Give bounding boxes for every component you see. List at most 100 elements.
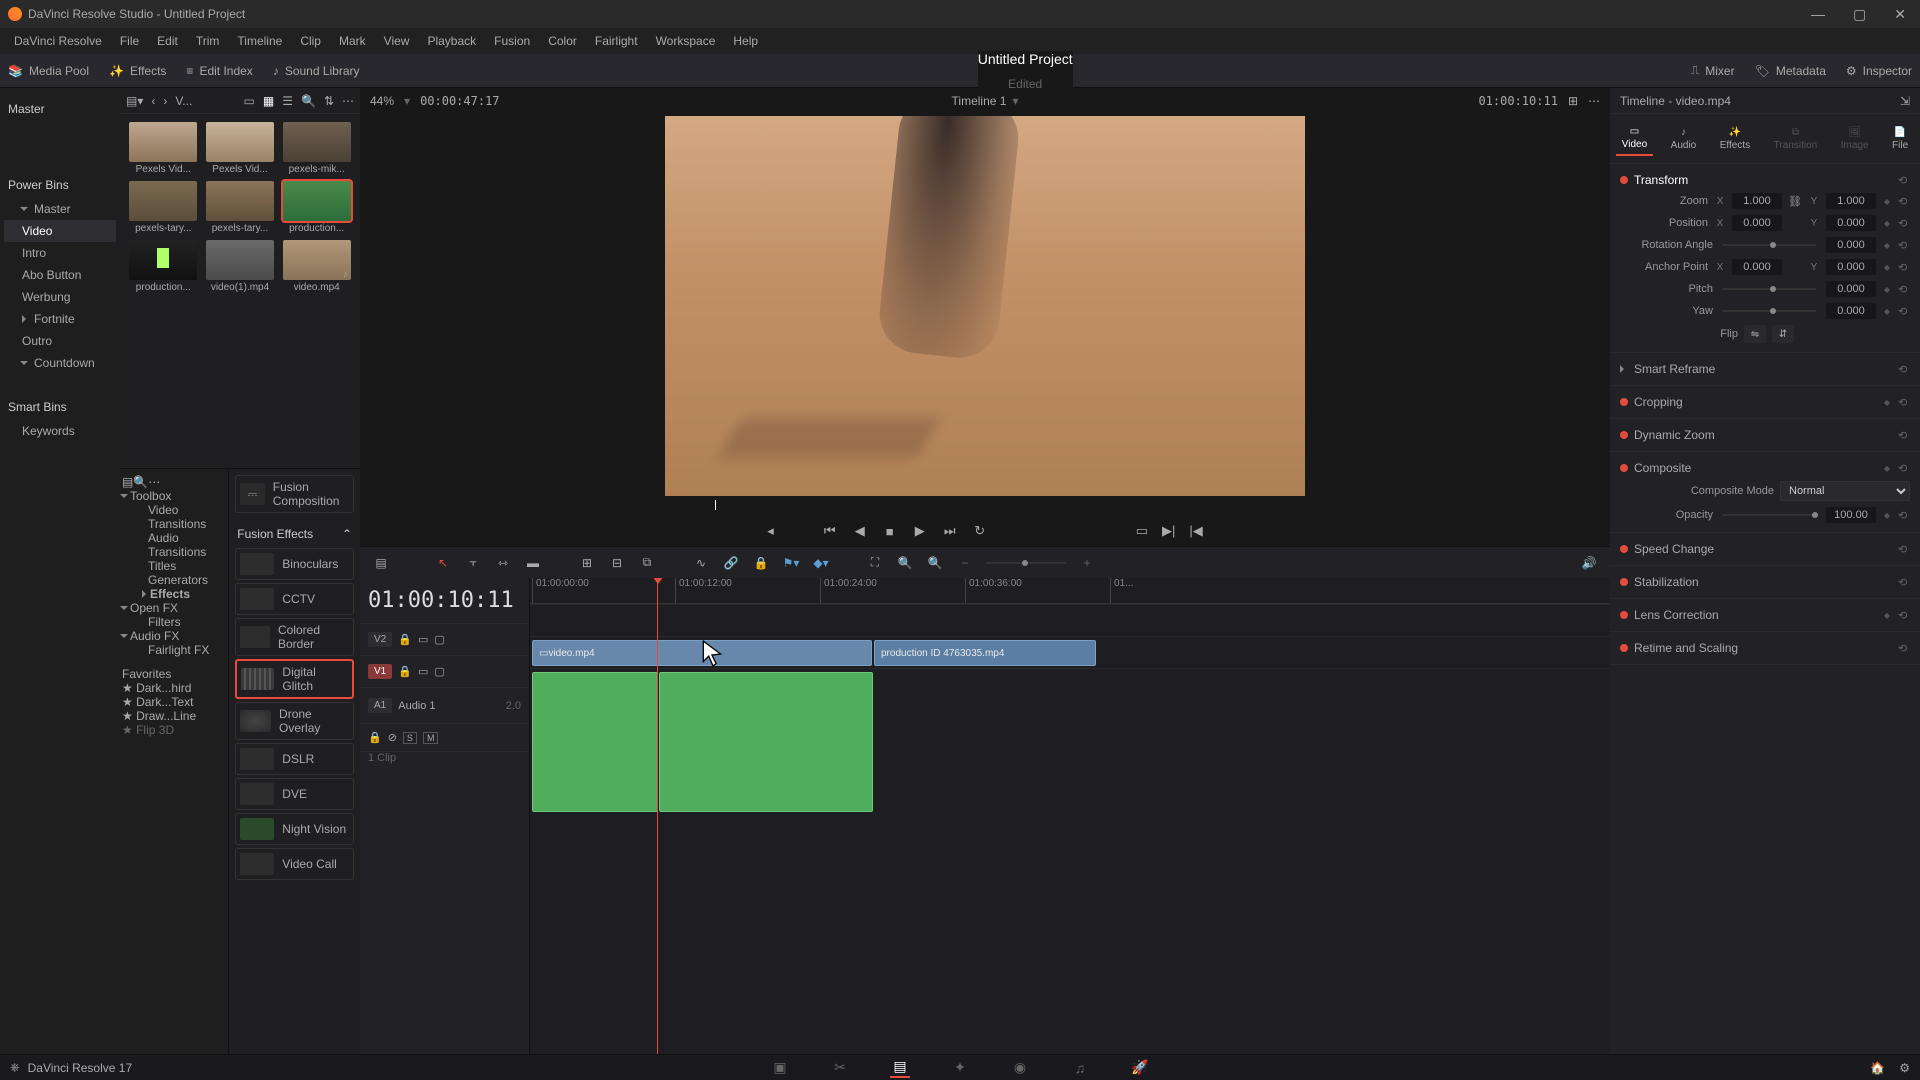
menu-item[interactable]: Mark [331,30,374,52]
media-pool-toggle[interactable]: 📚 Media Pool [8,64,89,78]
mixer-toggle[interactable]: ⎍ Mixer [1691,63,1735,78]
fav-item[interactable]: ★ Flip 3D [122,723,226,737]
keyframe-icon[interactable] [1882,610,1892,620]
fx-cat-toolbox[interactable]: Toolbox [122,489,226,503]
reset-icon[interactable]: ⟲ [1898,609,1910,622]
pos-y-field[interactable]: 0.000 [1826,215,1876,231]
reset-icon[interactable]: ⟲ [1898,509,1910,522]
bin-item[interactable]: Intro [4,242,116,264]
opacity-slider[interactable] [1723,514,1816,516]
sort-label[interactable]: V... [175,94,192,108]
dynamic-trim-icon[interactable]: ⇿ [494,554,512,572]
project-settings-icon[interactable]: ⎈ [10,1060,20,1075]
page-color[interactable]: ◉ [1010,1058,1030,1078]
stop-icon[interactable]: ■ [882,524,898,539]
fx-cat[interactable]: Titles [122,559,226,573]
overwrite-icon[interactable]: ⊟ [608,554,626,572]
zoom-out-icon[interactable]: − [956,554,974,572]
bin-item[interactable]: Master [4,198,116,220]
composite-mode-select[interactable]: Normal [1780,481,1910,501]
menu-item[interactable]: View [376,30,418,52]
page-fusion[interactable]: ✦ [950,1058,970,1078]
timeline-clip-production[interactable]: production ID 4763035.mp4 [874,640,1096,666]
zoom-to-fit-icon[interactable]: ⛶ [866,554,884,572]
fx-item[interactable]: DVE [235,778,354,810]
bin-item[interactable]: Countdown [4,352,116,374]
search-icon[interactable]: 🔍 [301,94,316,108]
selection-tool-icon[interactable]: ↖ [434,554,452,572]
bin-item[interactable]: Abo Button [4,264,116,286]
menu-item[interactable]: File [112,30,147,52]
bin-item[interactable]: Fortnite [4,308,116,330]
bin-keywords[interactable]: Keywords [4,420,116,442]
stabilization-header[interactable]: Stabilization [1634,575,1699,589]
reset-icon[interactable]: ⟲ [1898,283,1910,296]
dynamic-zoom-header[interactable]: Dynamic Zoom [1634,428,1715,442]
go-last-icon[interactable]: ⏭ [942,523,958,539]
track-header-a1[interactable]: A1Audio 12.0 [360,687,529,723]
fav-item[interactable]: ★ Dark...Text [122,695,226,709]
fx-item[interactable]: Colored Border [235,618,354,656]
fx-item[interactable]: Video Call [235,848,354,880]
media-clip[interactable]: Pexels Vid... [128,122,199,175]
menu-item[interactable]: Color [540,30,585,52]
fx-cat[interactable]: Filters [122,615,226,629]
link-icon[interactable]: 🔗 [722,554,740,572]
fx-cat[interactable]: Fairlight FX [122,643,226,657]
transform-header[interactable]: Transform [1634,173,1688,187]
zoom-x-field[interactable]: 1.000 [1732,193,1782,209]
track-header-a1-controls[interactable]: 🔒⊘SM [360,723,529,751]
media-clip[interactable]: production... [128,240,199,293]
sound-library-toggle[interactable]: ♪ Sound Library [273,64,360,78]
reset-icon[interactable]: ⟲ [1898,261,1910,274]
rotation-slider[interactable] [1723,244,1816,246]
flip-h-button[interactable]: ⇋ [1744,325,1766,343]
blade-tool-icon[interactable]: ▬ [524,554,542,572]
media-clip[interactable]: pexels-tary... [128,181,199,234]
inspector-toggle[interactable]: ⚙ Inspector [1846,64,1912,78]
zoom-level[interactable]: 44% [370,94,394,108]
custom-zoom-icon[interactable]: 🔍 [926,554,944,572]
menu-item[interactable]: Fusion [486,30,538,52]
keyframe-icon[interactable] [1882,240,1892,250]
collapse-icon[interactable]: ⌃ [342,527,352,541]
viewer-scrubber[interactable] [372,500,1598,516]
detail-zoom-icon[interactable]: 🔍 [896,554,914,572]
next-edit-icon[interactable]: ▶| [1162,523,1175,539]
page-deliver[interactable]: 🚀 [1130,1058,1150,1078]
fx-cat-openfx[interactable]: Open FX [122,601,226,615]
lens-correction-header[interactable]: Lens Correction [1634,608,1719,622]
reset-icon[interactable]: ⟲ [1898,429,1910,442]
go-first-icon[interactable]: ⏮ [822,523,838,539]
window-close[interactable]: ✕ [1888,4,1912,25]
fx-item[interactable]: Drone Overlay [235,702,354,740]
lock-icon[interactable]: 🔒 [752,554,770,572]
track-v1[interactable]: ▭ video.mp4 production ID 4763035.mp4 [530,636,1610,668]
inspector-tab-video[interactable]: ▭Video [1616,122,1653,156]
reset-icon[interactable]: ⟲ [1898,396,1910,409]
menu-icon[interactable]: ⋯ [342,94,354,108]
inspector-expand-icon[interactable]: ⇲ [1900,94,1910,108]
reset-icon[interactable]: ⟲ [1898,174,1910,187]
zoom-y-field[interactable]: 1.000 [1826,193,1876,209]
keyframe-icon[interactable] [1882,284,1892,294]
fx-item[interactable]: CCTV [235,583,354,615]
flag-icon[interactable]: ⚑▾ [782,554,800,572]
reset-icon[interactable]: ⟲ [1898,305,1910,318]
reset-icon[interactable]: ⟲ [1898,642,1910,655]
media-clip[interactable]: ♪video.mp4 [281,240,352,293]
metadata-toggle[interactable]: 🏷 Metadata [1755,64,1826,78]
audio-meter-icon[interactable]: 🔊 [1580,554,1598,572]
timeline-clip-video[interactable]: ▭ video.mp4 [532,640,872,666]
inspector-tab-file[interactable]: 📄File [1886,123,1914,155]
bin-dropdown-icon[interactable]: ▤▾ [126,94,143,108]
menu-item[interactable]: DaVinci Resolve [6,30,110,52]
keyframe-icon[interactable] [1882,218,1892,228]
window-maximize[interactable]: ▢ [1847,4,1872,25]
pitch-field[interactable]: 0.000 [1826,281,1876,297]
page-fairlight[interactable]: ♫ [1070,1058,1090,1078]
bin-item[interactable]: Werbung [4,286,116,308]
window-minimize[interactable]: — [1805,4,1831,25]
media-clip[interactable]: pexels-tary... [205,181,276,234]
keyframe-icon[interactable] [1882,397,1892,407]
